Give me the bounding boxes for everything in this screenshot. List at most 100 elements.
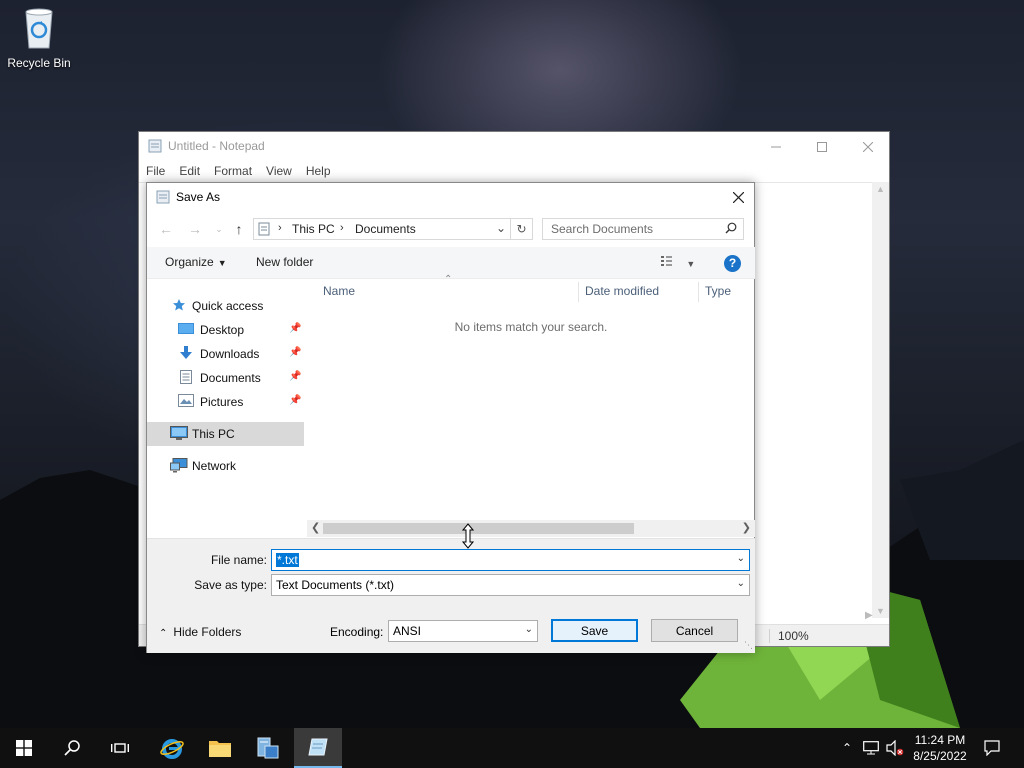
resize-cursor-icon <box>462 523 474 549</box>
minimize-button[interactable] <box>753 132 799 161</box>
encoding-value: ANSI <box>393 624 422 638</box>
help-button[interactable]: ? <box>724 255 741 272</box>
scroll-up-icon[interactable]: ▲ <box>876 184 885 194</box>
notepad-title-bar[interactable]: Untitled - Notepad <box>139 132 889 161</box>
maximize-button[interactable] <box>799 132 845 161</box>
help-icon: ? <box>728 256 737 270</box>
scroll-down-icon[interactable]: ▼ <box>876 606 885 616</box>
server-manager-button[interactable] <box>244 728 292 768</box>
notification-icon <box>984 740 1000 756</box>
scroll-right-icon[interactable]: ❯ <box>742 521 751 534</box>
save-as-type-label: Save as type: <box>194 578 267 592</box>
star-icon <box>173 299 185 311</box>
folder-icon <box>209 741 231 757</box>
scroll-right-icon[interactable]: ▶ <box>865 610 873 621</box>
nav-item-desktop[interactable]: Desktop 📌 <box>147 318 304 342</box>
search-button[interactable] <box>48 728 96 768</box>
search-input[interactable]: Search Documents <box>551 222 653 236</box>
clock-date: 8/25/2022 <box>913 749 967 763</box>
recent-locations-button[interactable]: ⌄ <box>209 219 229 239</box>
close-button[interactable] <box>845 132 891 161</box>
download-arrow-icon <box>180 346 192 359</box>
nav-item-this-pc[interactable]: This PC <box>147 422 304 446</box>
speaker-muted-icon <box>886 740 904 756</box>
start-button[interactable] <box>0 728 48 768</box>
search-box[interactable]: Search Documents <box>542 218 744 240</box>
chevron-up-icon: ⌃ <box>159 628 168 639</box>
show-hidden-icons-button[interactable]: ⌃ <box>838 728 856 768</box>
column-name[interactable]: Name <box>323 284 355 298</box>
scroll-left-icon[interactable]: ❮ <box>311 521 320 534</box>
save-as-dialog: Save As ← → ⌄ ↑ › This PC › Documents ⌄ … <box>146 182 755 653</box>
nav-item-downloads[interactable]: Downloads 📌 <box>147 342 304 366</box>
hide-folders-button[interactable]: ⌃ Hide Folders <box>159 625 241 639</box>
caret-down-icon: ▼ <box>217 258 227 268</box>
change-view-button[interactable]: ▼ <box>661 255 695 270</box>
breadcrumb-this-pc[interactable]: This PC <box>292 222 335 236</box>
dialog-title-bar[interactable]: Save As <box>147 183 754 213</box>
cancel-button[interactable]: Cancel <box>651 619 738 642</box>
caret-down-icon: ▼ <box>686 259 696 269</box>
sort-up-icon: ⌃ <box>444 274 453 285</box>
scrollbar-thumb[interactable] <box>323 523 634 534</box>
pin-icon: 📌 <box>289 323 302 334</box>
column-divider[interactable] <box>578 282 579 302</box>
up-button[interactable]: ↑ <box>229 219 249 239</box>
resize-grip-icon[interactable]: ⋱ <box>744 640 753 651</box>
action-center-button[interactable] <box>978 728 1006 768</box>
system-clock[interactable]: 11:24 PM 8/25/2022 <box>906 732 974 764</box>
nav-item-network[interactable]: Network <box>147 454 304 478</box>
notepad-taskbar-button[interactable] <box>294 728 342 768</box>
details-view-icon <box>661 256 672 266</box>
notepad-vertical-scrollbar[interactable]: ▲ ▼ <box>872 182 889 618</box>
forward-button[interactable]: → <box>185 219 205 239</box>
organize-label: Organize <box>165 255 214 269</box>
new-folder-button[interactable]: New folder <box>256 255 313 269</box>
search-icon <box>64 740 80 756</box>
minimize-icon <box>771 146 781 147</box>
nav-label: Downloads <box>200 347 260 361</box>
internet-explorer-button[interactable] <box>148 728 196 768</box>
address-dropdown-icon[interactable]: ⌄ <box>496 221 506 235</box>
save-as-type-select[interactable]: Text Documents (*.txt) ⌄ <box>271 574 750 596</box>
nav-item-pictures[interactable]: Pictures 📌 <box>147 390 304 414</box>
nav-item-quick-access[interactable]: Quick access <box>147 294 304 318</box>
breadcrumb-separator-icon: › <box>278 222 282 234</box>
pin-icon: 📌 <box>289 371 302 382</box>
arrow-up-icon: ↑ <box>235 221 243 237</box>
dialog-bottom-panel: File name: *.txt ⌄ Save as type: Text Do… <box>147 538 755 653</box>
menu-edit[interactable]: Edit <box>172 161 207 181</box>
search-icon <box>725 222 737 234</box>
volume-button[interactable] <box>884 728 906 768</box>
network-monitor-icon <box>863 741 879 755</box>
dialog-close-button[interactable] <box>724 183 752 211</box>
organize-button[interactable]: Organize ▼ <box>165 255 227 269</box>
task-view-icon <box>111 743 129 753</box>
file-list-horizontal-scrollbar[interactable]: ❮ ❯ <box>307 520 755 537</box>
arrow-left-icon: ← <box>159 221 173 237</box>
menu-view[interactable]: View <box>259 161 299 181</box>
encoding-select[interactable]: ANSI ⌄ <box>388 620 538 642</box>
menu-file[interactable]: File <box>139 161 172 181</box>
desktop-folder-icon <box>178 323 194 334</box>
notepad-icon <box>308 738 328 756</box>
nav-item-documents[interactable]: Documents 📌 <box>147 366 304 390</box>
notepad-menu-bar: File Edit Format View Help <box>139 161 338 181</box>
menu-help[interactable]: Help <box>299 161 338 181</box>
column-divider[interactable] <box>698 282 699 302</box>
chevron-down-icon[interactable]: ⌄ <box>737 553 745 564</box>
file-explorer-button[interactable] <box>196 728 244 768</box>
refresh-button[interactable]: ↻ <box>510 219 532 239</box>
refresh-icon: ↻ <box>516 222 527 236</box>
back-button[interactable]: ← <box>156 219 176 239</box>
network-status-button[interactable] <box>860 728 882 768</box>
breadcrumb-documents[interactable]: Documents <box>355 222 416 236</box>
menu-format[interactable]: Format <box>207 161 259 181</box>
file-name-field[interactable]: *.txt ⌄ <box>271 549 750 571</box>
recycle-bin[interactable]: Recycle Bin <box>4 6 74 70</box>
save-button[interactable]: Save <box>551 619 638 642</box>
column-date-modified[interactable]: Date modified <box>585 284 659 298</box>
column-type[interactable]: Type <box>705 284 731 298</box>
address-bar[interactable]: › This PC › Documents ⌄ ↻ <box>253 218 533 240</box>
task-view-button[interactable] <box>96 728 144 768</box>
